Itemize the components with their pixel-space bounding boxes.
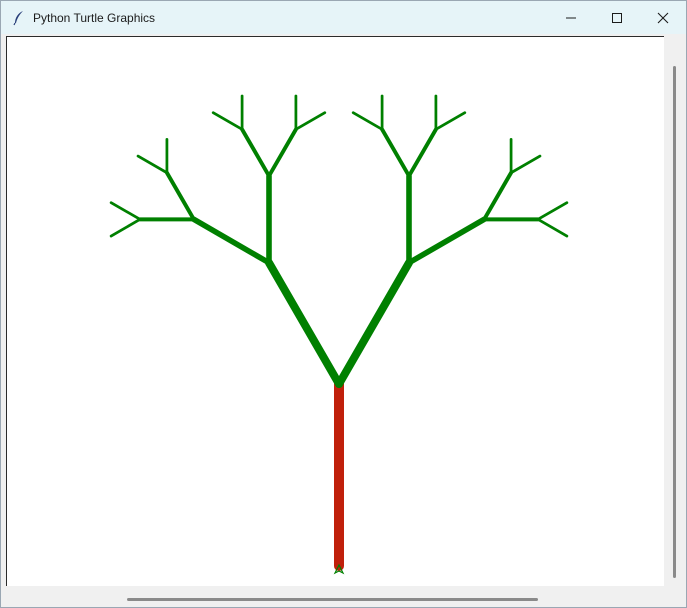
maximize-button[interactable] bbox=[594, 1, 640, 34]
fractal-tree-drawing bbox=[7, 37, 664, 586]
horizontal-scrollbar[interactable] bbox=[6, 586, 665, 606]
window-controls bbox=[548, 1, 686, 34]
minimize-icon bbox=[566, 17, 576, 18]
close-icon bbox=[657, 12, 669, 23]
maximize-icon bbox=[612, 12, 622, 23]
close-button[interactable] bbox=[640, 1, 686, 34]
vertical-scroll-thumb[interactable] bbox=[673, 66, 676, 578]
minimize-button[interactable] bbox=[548, 1, 594, 34]
horizontal-scroll-thumb[interactable] bbox=[127, 598, 538, 601]
turtle-window: Python Turtle Graphics bbox=[0, 0, 687, 608]
feather-icon bbox=[11, 10, 27, 26]
title-bar[interactable]: Python Turtle Graphics bbox=[1, 1, 686, 34]
window-title: Python Turtle Graphics bbox=[33, 10, 156, 25]
vertical-scrollbar[interactable] bbox=[665, 36, 685, 585]
turtle-canvas[interactable] bbox=[6, 36, 664, 586]
